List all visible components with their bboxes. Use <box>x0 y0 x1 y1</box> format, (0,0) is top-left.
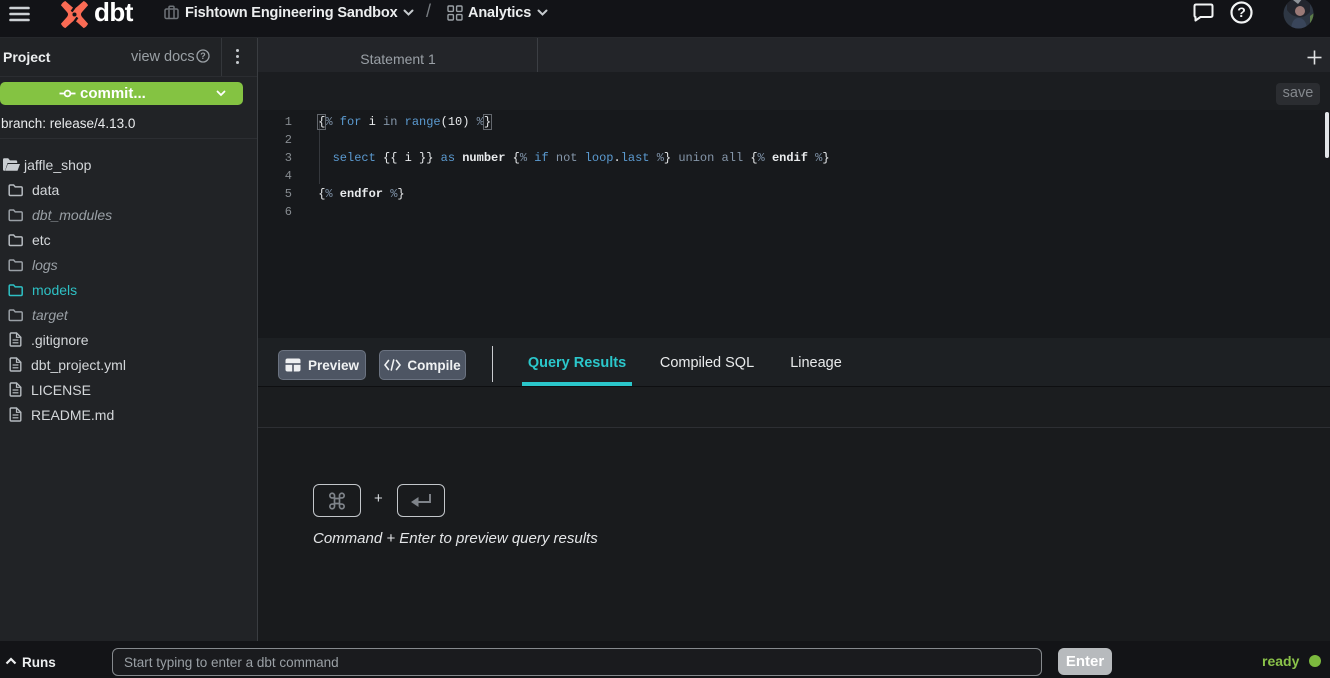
svg-text:?: ? <box>1237 4 1246 20</box>
svg-text:?: ? <box>200 51 206 61</box>
